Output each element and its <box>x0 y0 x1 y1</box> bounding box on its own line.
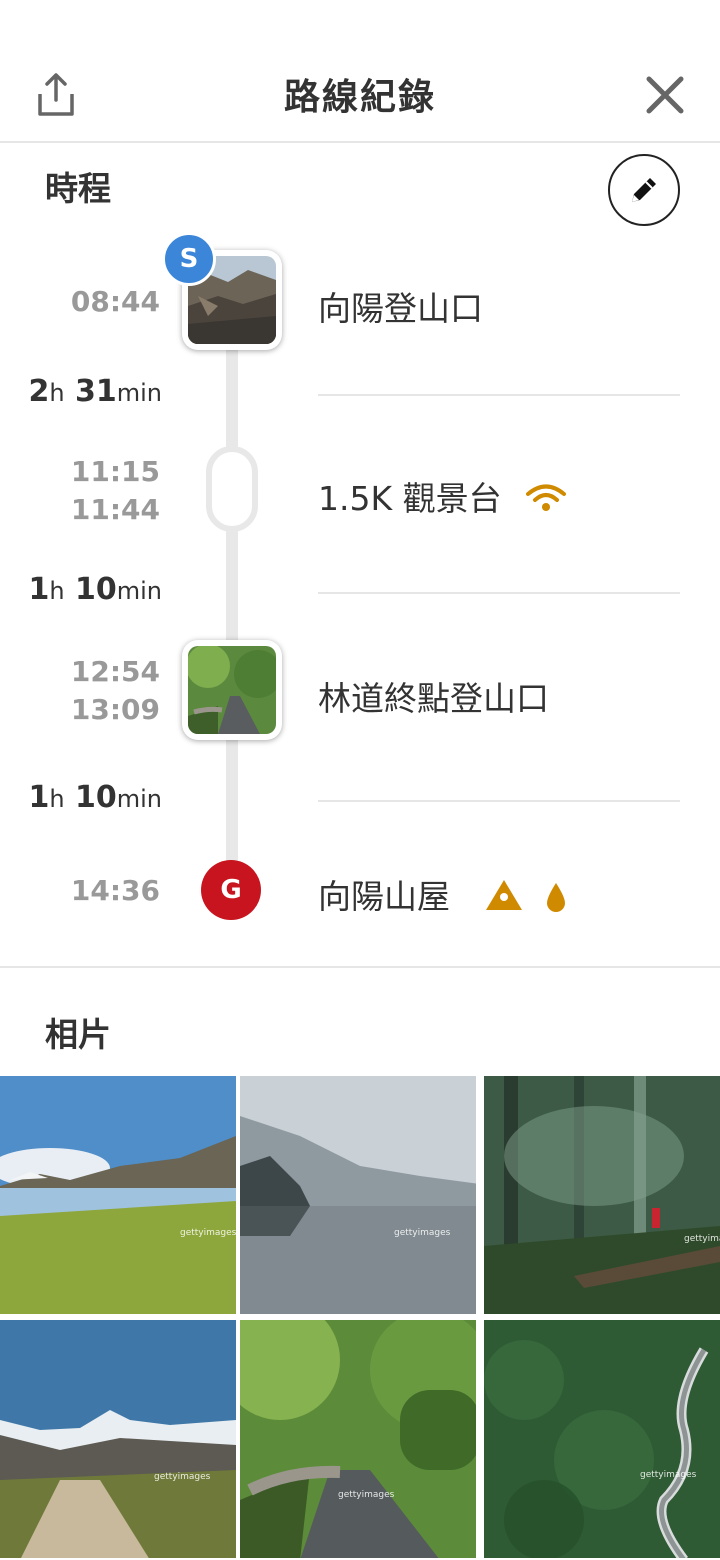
photo-4-watermark: gettyimages <box>154 1472 211 1482</box>
water-drop-icon <box>547 883 565 912</box>
schedule-section-title: 時程 <box>45 169 111 208</box>
waypoint-node <box>206 446 258 532</box>
stop-4-name-row[interactable]: 向陽山屋 <box>318 870 567 918</box>
photo-2[interactable]: gettyimages <box>240 1076 476 1314</box>
tent-icon <box>485 880 522 910</box>
duration-2-hours-unit: h <box>49 577 65 605</box>
stop-1-time: 08:44 <box>70 285 160 318</box>
page-title: 路線紀錄 <box>283 77 436 118</box>
duration-2-hours: 1 <box>28 572 50 607</box>
photo-1-watermark: gettyimages <box>180 1228 236 1238</box>
photo-5-watermark: gettyimages <box>338 1490 395 1500</box>
photos-section-title: 相片 <box>45 1015 111 1054</box>
photo-3[interactable]: gettyimages <box>484 1076 720 1314</box>
duration-3-minutes-unit: min <box>116 785 162 813</box>
duration-2-minutes-unit: min <box>116 577 162 605</box>
stop-3-thumbnail[interactable] <box>182 640 282 740</box>
stop-2-name-row[interactable]: 1.5K 觀景台 <box>318 472 567 520</box>
photo-6[interactable]: gettyimages <box>484 1320 720 1558</box>
duration-1: 2h 31min <box>0 374 162 409</box>
duration-2: 1h 10min <box>0 572 162 607</box>
stop-4-time: 14:36 <box>70 874 160 907</box>
duration-1-hours: 2 <box>28 374 50 409</box>
stop-4-name: 向陽山屋 <box>318 877 450 916</box>
stop-2-depart-time: 11:44 <box>70 493 160 526</box>
photo-1[interactable]: gettyimages <box>0 1076 236 1314</box>
stop-3-depart-time: 13:09 <box>70 693 160 726</box>
stop-3-name[interactable]: 林道終點登山口 <box>318 672 549 720</box>
timeline-line <box>226 300 238 880</box>
pencil-icon <box>632 178 656 202</box>
goal-badge: G <box>201 860 261 920</box>
stop-2-arrive-time: 11:15 <box>70 455 160 488</box>
duration-1-minutes: 31 <box>74 374 117 409</box>
start-badge: S <box>162 232 216 286</box>
duration-2-minutes: 10 <box>74 572 117 607</box>
signal-icon <box>526 484 567 511</box>
photo-5[interactable]: gettyimages <box>240 1320 476 1558</box>
duration-3-hours-unit: h <box>49 785 65 813</box>
app-header: 路線紀錄 <box>0 0 720 143</box>
photo-3-watermark: gettyimages <box>684 1234 720 1244</box>
divider <box>318 592 680 594</box>
section-separator <box>0 966 720 968</box>
divider <box>318 800 680 802</box>
photo-2-watermark: gettyimages <box>394 1228 451 1238</box>
duration-3-minutes: 10 <box>74 780 117 815</box>
divider <box>318 394 680 396</box>
photo-6-watermark: gettyimages <box>640 1470 697 1480</box>
stop-1-name[interactable]: 向陽登山口 <box>318 282 483 330</box>
stop-3-arrive-time: 12:54 <box>70 655 160 688</box>
duration-1-hours-unit: h <box>49 379 65 407</box>
photo-4[interactable]: gettyimages <box>0 1320 236 1558</box>
stop-2-name: 1.5K 觀景台 <box>318 479 502 518</box>
duration-3-hours: 1 <box>28 780 50 815</box>
close-icon[interactable] <box>644 74 686 116</box>
edit-button[interactable] <box>608 154 680 226</box>
duration-1-minutes-unit: min <box>116 379 162 407</box>
duration-3: 1h 10min <box>0 780 162 815</box>
